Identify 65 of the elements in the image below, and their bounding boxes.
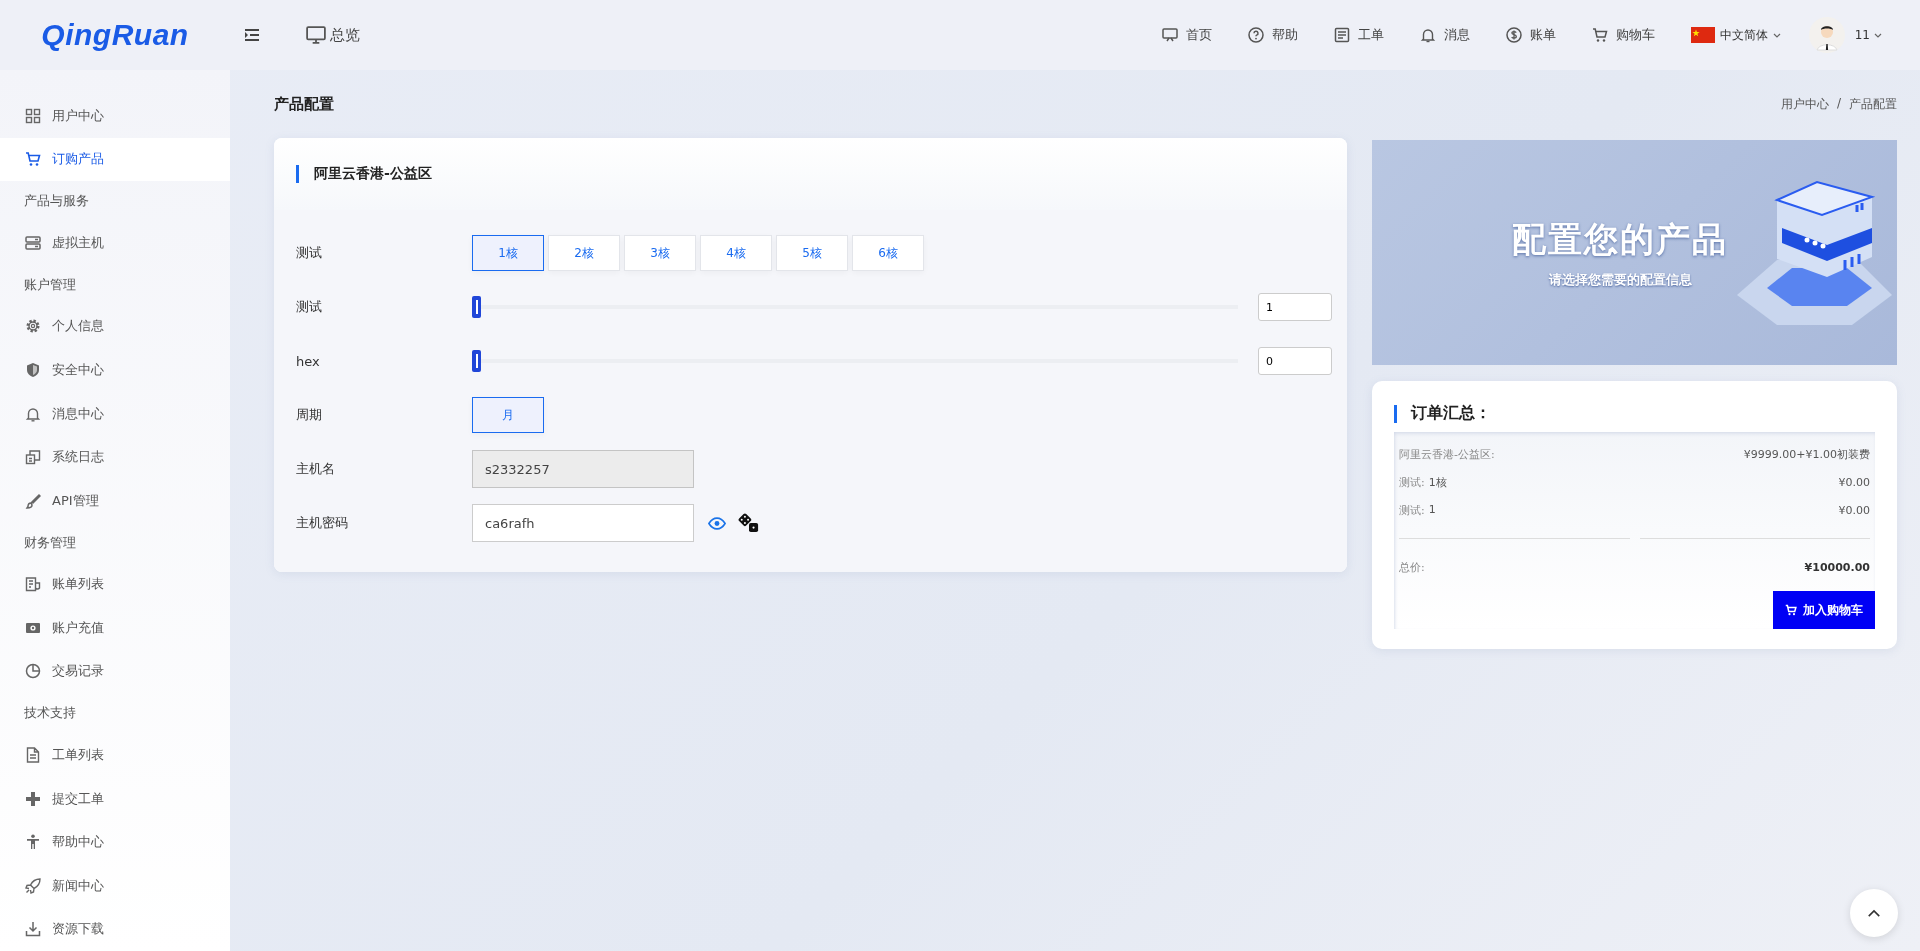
overview-link[interactable]: 总览 [306,25,360,45]
nav-link[interactable]: 工单 [1333,26,1384,44]
option-button[interactable]: 6核 [852,235,924,271]
sidebar-section-heading: 技术支持 [23,704,77,723]
sidebar-item[interactable]: API管理 [0,478,230,523]
card-title: 阿里云香港-公益区 [314,165,432,183]
user-menu[interactable]: 11 [1808,17,1882,53]
sidebar-item[interactable]: 用户中心 [0,94,230,138]
sidebar-item[interactable]: 工单列表 [0,733,230,777]
sidebar-item[interactable]: 系统日志 [0,435,230,479]
line-detail: 1 [1428,502,1436,518]
line-detail: 1核 [1428,474,1447,490]
line-label: 阿里云香港-公益区: [1399,446,1495,462]
nav-link[interactable]: 账单 [1505,26,1556,44]
sidebar-item[interactable]: 资源下载 [0,907,230,951]
logo[interactable]: QingRuan [41,18,189,52]
nav-link[interactable]: 帮助 [1247,26,1298,44]
hero-subtitle: 请选择您需要的配置信息 [1548,270,1692,289]
breadcrumb-link[interactable]: 产品配置 [1849,95,1897,113]
line-label: 测试: [1399,502,1425,518]
nav-link[interactable]: 首页 [1161,26,1212,44]
field-label: 周期 [296,406,323,424]
option-button[interactable]: 4核 [700,235,772,271]
sidebar-item[interactable]: 安全中心 [0,348,230,392]
field-label: 主机密码 [296,514,349,532]
sidebar-item[interactable]: 个人信息 [0,304,230,349]
sidebar-section-heading: 财务管理 [23,533,77,552]
option-button[interactable]: 2核 [548,235,620,271]
line-price: ¥0.00 [1838,503,1870,517]
option-button[interactable]: 3核 [624,235,696,271]
add-to-cart-button[interactable]: 加入购物车 [1773,591,1875,629]
sidebar-item[interactable]: 订购产品 [0,137,230,182]
page-title: 产品配置 [274,94,334,114]
option-button[interactable]: 月 [472,397,544,433]
text-input[interactable]: ca6rafh [472,504,694,542]
option-button[interactable]: 1核 [472,235,544,271]
line-price: ¥9999.00+¥1.00初装费 [1743,446,1870,462]
option-button[interactable]: 5核 [776,235,848,271]
sidebar-item[interactable]: 新闻中心 [0,863,230,908]
breadcrumb-link[interactable]: 用户中心 [1780,95,1829,113]
line-price: ¥0.00 [1838,475,1870,489]
breadcrumb-separator: / [1836,95,1841,112]
sidebar-section-heading: 账户管理 [23,275,77,294]
sidebar-item[interactable]: 消息中心 [0,391,230,436]
sidebar-item[interactable]: 提交工单 [0,776,230,821]
number-input[interactable]: 0 [1258,347,1332,375]
language-select[interactable]: 中文简体 [1690,26,1781,44]
sidebar-item[interactable]: 虚拟主机 [0,221,230,265]
field-label: 测试 [296,298,323,316]
sidebar-item[interactable]: 帮助中心 [0,820,230,864]
nav-link[interactable]: 购物车 [1591,26,1655,44]
number-input[interactable]: 1 [1258,293,1332,321]
line-label: 测试: [1399,474,1425,490]
sidebar-item[interactable]: 账单列表 [0,562,230,607]
nav-link[interactable]: 消息 [1419,26,1470,44]
field-label: 测试 [296,244,323,262]
sidebar-section-heading: 产品与服务 [23,192,90,211]
total-price: ¥10000.00 [1804,560,1870,574]
sidebar-item[interactable]: 账户充值 [0,606,230,650]
summary-title: 订单汇总： [1411,403,1491,424]
field-label: hex [296,353,321,369]
total-label: 总价: [1399,559,1425,575]
sidebar-item[interactable]: 交易记录 [0,649,230,694]
hero-title: 配置您的产品 [1512,217,1728,261]
field-label: 主机名 [296,460,336,478]
